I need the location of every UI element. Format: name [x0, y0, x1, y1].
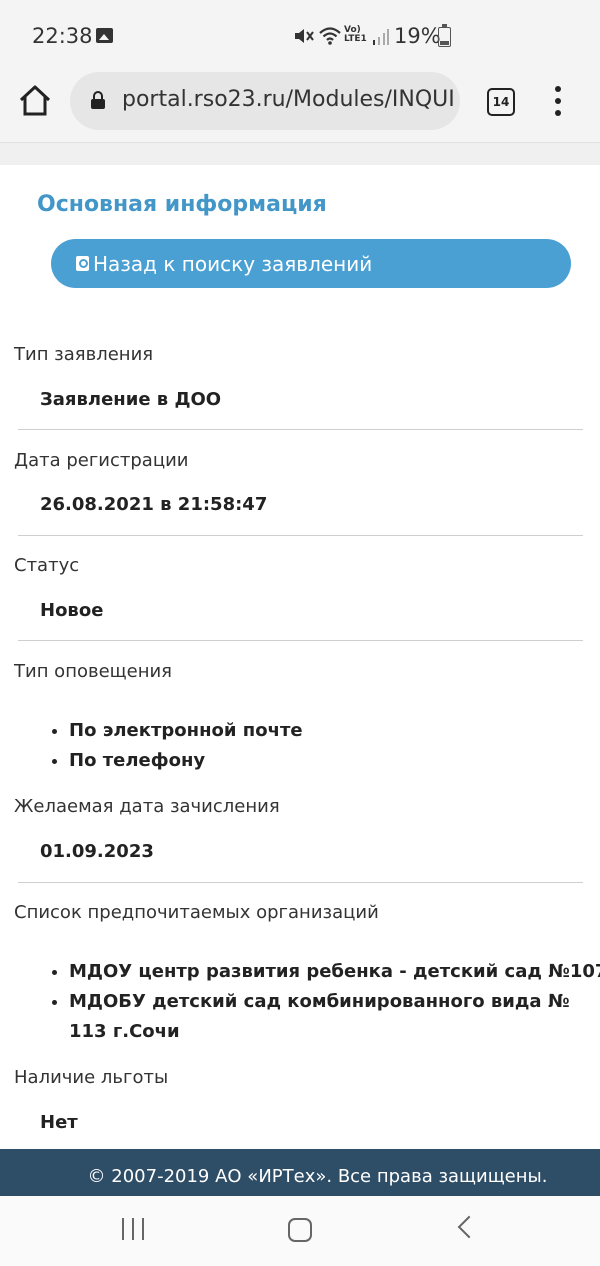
recent-apps-icon[interactable] — [122, 1218, 144, 1240]
field-value-status: Новое — [40, 600, 104, 621]
battery-percent: 19% — [394, 24, 441, 48]
status-time: 22:38 — [32, 24, 93, 48]
list-item: По телефону — [69, 746, 303, 776]
lte-label: LTE1 — [344, 34, 367, 44]
list-item: МДОУ центр развития ребенка - детский са… — [69, 957, 600, 987]
divider — [18, 535, 583, 536]
field-label-preferred-organizations: Список предпочитаемых организаций — [14, 902, 379, 923]
field-label-notification-type: Тип оповещения — [14, 661, 172, 682]
back-to-search-button[interactable]: Назад к поиску заявлений — [51, 239, 571, 288]
field-label-registration-date: Дата регистрации — [14, 450, 189, 471]
wifi-icon — [319, 27, 341, 45]
image-notification-icon — [96, 28, 113, 43]
url-text: portal.rso23.ru/Modules/INQUI — [122, 87, 455, 112]
lock-icon — [91, 91, 105, 109]
search-document-icon — [76, 256, 89, 271]
list-item: По электронной почте — [69, 716, 303, 746]
browser-toolbar: portal.rso23.ru/Modules/INQUI 14 — [0, 72, 600, 143]
status-bar: 22:38 Vo) LTE1 19% — [0, 0, 600, 72]
copyright-text: © 2007-2019 АО «ИРТех». Все права защище… — [87, 1166, 548, 1187]
divider — [18, 429, 583, 430]
preferred-organizations-list: МДОУ центр развития ребенка - детский са… — [50, 957, 600, 1047]
field-value-application-type: Заявление в ДОО — [40, 389, 222, 410]
field-value-benefits: Нет — [40, 1112, 78, 1133]
list-item: МДОБУ детский сад комбинированного вида … — [69, 987, 599, 1047]
page-top-strip — [0, 143, 600, 165]
field-label-status: Статус — [14, 555, 80, 576]
mute-icon — [295, 29, 314, 43]
field-label-application-type: Тип заявления — [14, 344, 154, 365]
back-to-search-label: Назад к поиску заявлений — [93, 251, 373, 276]
system-navigation-bar — [0, 1196, 600, 1266]
network-type-label: Vo) LTE1 — [344, 26, 367, 44]
divider — [18, 640, 583, 641]
field-value-registration-date: 26.08.2021 в 21:58:47 — [40, 494, 268, 515]
section-title: Основная информация — [37, 192, 327, 217]
notification-type-list: По электронной почте По телефону — [50, 716, 303, 776]
back-nav-icon[interactable] — [457, 1215, 481, 1239]
more-options-icon[interactable] — [552, 86, 564, 116]
home-nav-icon[interactable] — [288, 1218, 312, 1242]
field-label-desired-enrollment-date: Желаемая дата зачисления — [14, 796, 280, 817]
address-bar[interactable]: portal.rso23.ru/Modules/INQUI — [70, 72, 460, 130]
field-label-benefits: Наличие льготы — [14, 1067, 169, 1088]
page-footer: © 2007-2019 АО «ИРТех». Все права защище… — [0, 1149, 600, 1196]
home-icon[interactable] — [18, 82, 52, 120]
signal-icon — [373, 29, 389, 45]
field-value-desired-enrollment-date: 01.09.2023 — [40, 841, 154, 862]
tab-switcher-button[interactable]: 14 — [487, 88, 515, 116]
divider — [18, 882, 583, 883]
battery-icon — [438, 24, 451, 47]
